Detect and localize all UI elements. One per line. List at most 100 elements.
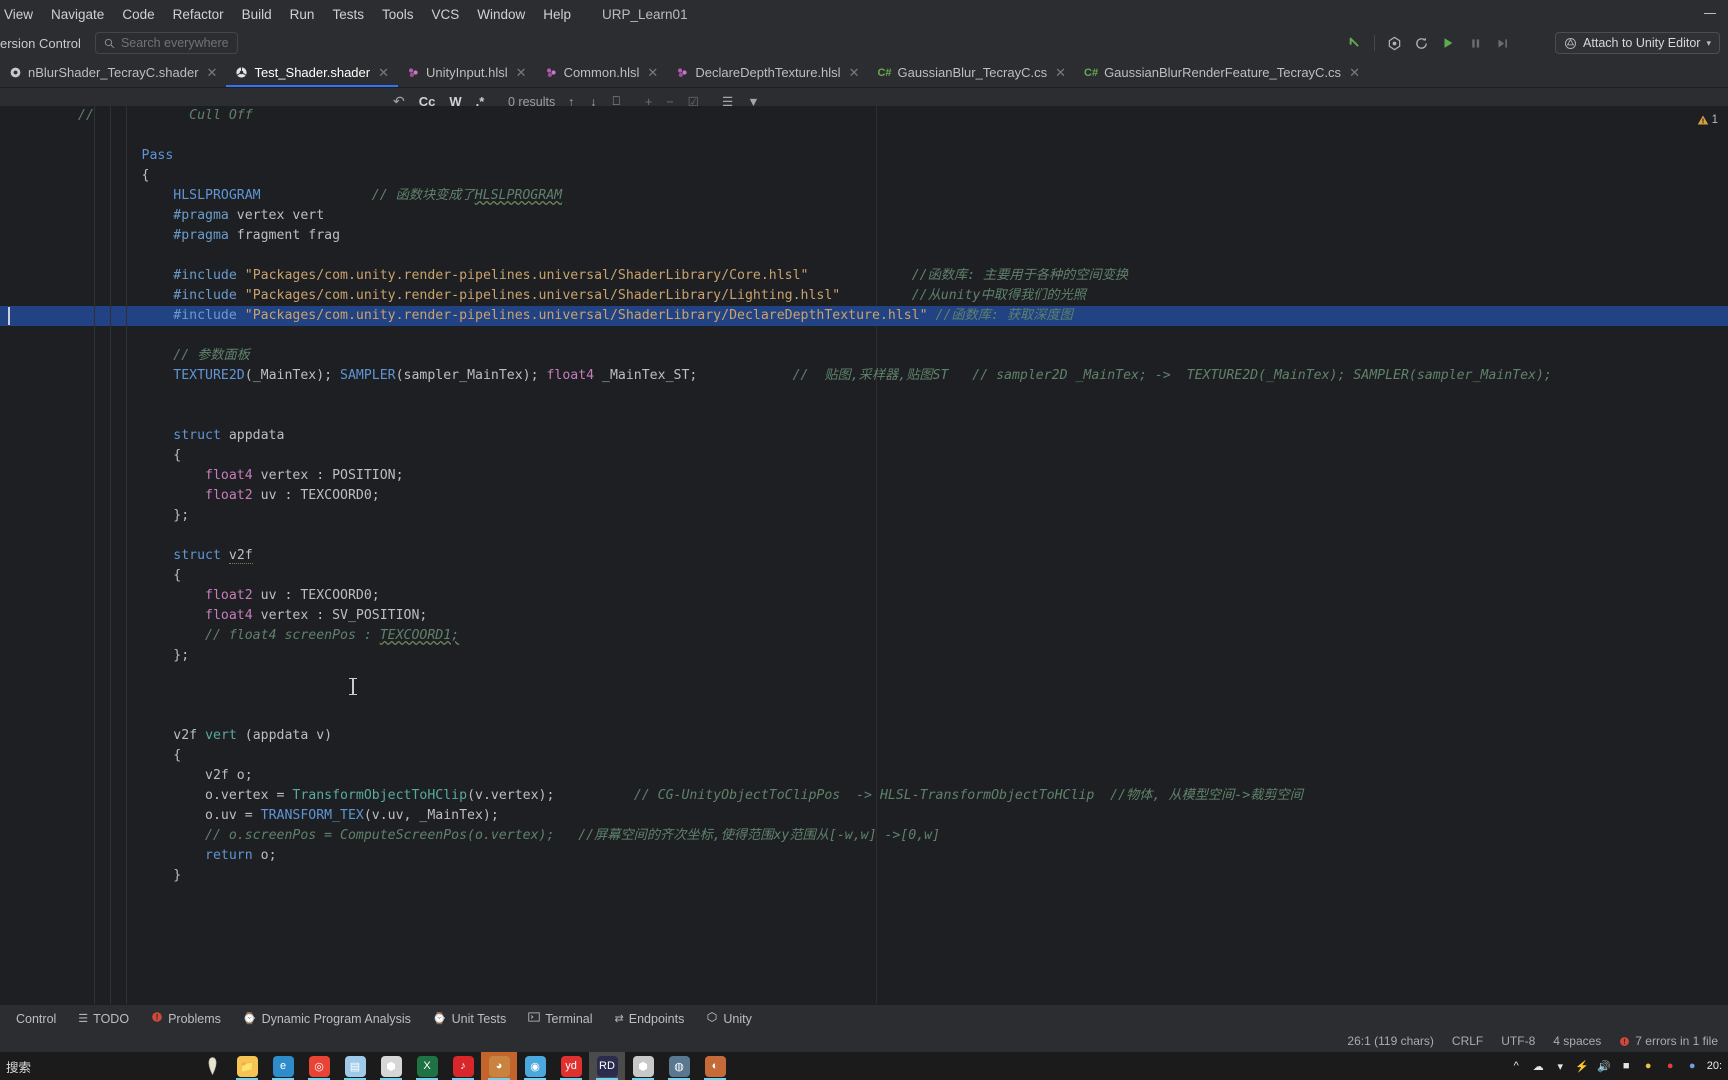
- taskbar-app-microsoft-excel[interactable]: X: [409, 1052, 445, 1080]
- onedrive-icon[interactable]: ☁: [1531, 1059, 1546, 1074]
- taskbar-app-steam[interactable]: ◍: [661, 1052, 697, 1080]
- build-icon[interactable]: [1382, 31, 1406, 55]
- attach-to-unity-editor-button[interactable]: Attach to Unity Editor ▾: [1555, 32, 1720, 54]
- code-line[interactable]: [0, 706, 1728, 726]
- tab-gaussianblur-cs[interactable]: C# GaussianBlur_TecrayC.cs ✕: [868, 58, 1075, 87]
- version-control-widget[interactable]: ersion Control: [0, 36, 81, 51]
- indent-setting[interactable]: 4 spaces: [1553, 1034, 1601, 1048]
- tab-close-icon[interactable]: ✕: [849, 65, 860, 81]
- taskbar-app-image-viewer[interactable]: ◕: [481, 1052, 517, 1080]
- code-line[interactable]: o.vertex = TransformObjectToHClip(v.vert…: [0, 786, 1728, 806]
- tab-close-icon[interactable]: ✕: [516, 65, 527, 81]
- tab-gaussianblurrenderfeature-cs[interactable]: C# GaussianBlurRenderFeature_TecrayC.cs …: [1075, 58, 1369, 87]
- tab-close-icon[interactable]: ✕: [1349, 65, 1360, 81]
- code-line[interactable]: [0, 246, 1728, 266]
- code-line[interactable]: TEXTURE2D(_MainTex); SAMPLER(sampler_Mai…: [0, 366, 1728, 386]
- volume-icon[interactable]: 🔊: [1597, 1059, 1612, 1074]
- code-line[interactable]: // float4 screenPos : TEXCOORD1;: [0, 626, 1728, 646]
- tab-declaredepthtexture[interactable]: DeclareDepthTexture.hlsl ✕: [667, 58, 868, 87]
- code-line[interactable]: struct v2f: [0, 546, 1728, 566]
- inspection-warning-badge[interactable]: 1: [1697, 114, 1718, 126]
- shield-icon[interactable]: ●: [1685, 1059, 1700, 1074]
- code-line[interactable]: v2f o;: [0, 766, 1728, 786]
- code-line[interactable]: // Cull Off: [0, 106, 1728, 126]
- taskbar-app-media-player[interactable]: ◐: [697, 1052, 733, 1080]
- caret-position[interactable]: 26:1 (119 chars): [1347, 1034, 1434, 1048]
- tool-window-dynamic-program-analysis[interactable]: ⌚ Dynamic Program Analysis: [232, 1012, 422, 1026]
- taskbar-assistant-icon[interactable]: [195, 1052, 229, 1080]
- code-line[interactable]: #include "Packages/com.unity.render-pipe…: [0, 266, 1728, 286]
- menu-item-refactor[interactable]: Refactor: [164, 4, 233, 25]
- code-lines-container[interactable]: // Cull Off Pass { HLSLPROGRAM // 函数块变成了…: [0, 106, 1728, 1004]
- battery-icon[interactable]: ■: [1619, 1059, 1634, 1074]
- ime-icon[interactable]: ●: [1663, 1059, 1678, 1074]
- code-line[interactable]: [0, 386, 1728, 406]
- tool-window-unit-tests[interactable]: ⌚ Unit Tests: [422, 1012, 517, 1026]
- code-line[interactable]: #pragma fragment frag: [0, 226, 1728, 246]
- code-line[interactable]: float4 vertex : SV_POSITION;: [0, 606, 1728, 626]
- code-line[interactable]: // o.screenPos = ComputeScreenPos(o.vert…: [0, 826, 1728, 846]
- code-line[interactable]: {: [0, 166, 1728, 186]
- taskbar-clock[interactable]: 20:: [1707, 1060, 1722, 1072]
- tab-gaussianblurshader[interactable]: nBlurShader_TecrayC.shader ✕: [0, 58, 226, 87]
- code-line[interactable]: return o;: [0, 846, 1728, 866]
- tool-window-version-control[interactable]: Control: [0, 1012, 67, 1026]
- menu-item-help[interactable]: Help: [534, 4, 580, 25]
- rebuild-icon[interactable]: [1409, 31, 1433, 55]
- network-icon[interactable]: ▾: [1553, 1059, 1568, 1074]
- code-line[interactable]: float2 uv : TEXCOORD0;: [0, 586, 1728, 606]
- taskbar-app-unity-editor[interactable]: ⬢: [625, 1052, 661, 1080]
- menu-item-tests[interactable]: Tests: [323, 4, 373, 25]
- taskbar-app-bilibili[interactable]: ◉: [517, 1052, 553, 1080]
- search-everywhere-input[interactable]: Search everywhere: [94, 32, 238, 54]
- code-line[interactable]: Pass: [0, 146, 1728, 166]
- code-editor[interactable]: // Cull Off Pass { HLSLPROGRAM // 函数块变成了…: [0, 106, 1728, 1004]
- taskbar-app-google-chrome[interactable]: ◎: [301, 1052, 337, 1080]
- code-line[interactable]: };: [0, 646, 1728, 666]
- taskbar-app-unity-hub[interactable]: ⬢: [373, 1052, 409, 1080]
- tab-unityinput[interactable]: UnityInput.hlsl ✕: [398, 58, 536, 87]
- file-encoding[interactable]: UTF-8: [1501, 1034, 1535, 1048]
- code-line[interactable]: {: [0, 746, 1728, 766]
- tab-common-hlsl[interactable]: Common.hlsl ✕: [536, 58, 668, 87]
- menu-item-navigate[interactable]: Navigate: [42, 4, 113, 25]
- run-icon[interactable]: [1436, 31, 1460, 55]
- tool-window-terminal[interactable]: Terminal: [517, 1011, 603, 1026]
- menu-item-window[interactable]: Window: [468, 4, 534, 25]
- tab-close-icon[interactable]: ✕: [1055, 65, 1066, 81]
- code-line[interactable]: {: [0, 446, 1728, 466]
- taskbar-app-notes-app[interactable]: ▤: [337, 1052, 373, 1080]
- code-line[interactable]: };: [0, 506, 1728, 526]
- minimize-button[interactable]: [1702, 6, 1718, 18]
- taskbar-search-box[interactable]: 搜索: [0, 1052, 195, 1080]
- bluetooth-icon[interactable]: ⚡: [1575, 1059, 1590, 1074]
- tool-window-todo[interactable]: ☰ TODO: [67, 1012, 140, 1026]
- code-line[interactable]: [0, 326, 1728, 346]
- menu-item-build[interactable]: Build: [233, 4, 281, 25]
- code-line[interactable]: #include "Packages/com.unity.render-pipe…: [0, 306, 1728, 326]
- error-count[interactable]: 7 errors in 1 file: [1619, 1034, 1718, 1048]
- code-line[interactable]: [0, 126, 1728, 146]
- code-line[interactable]: #pragma vertex vert: [0, 206, 1728, 226]
- menu-item-view[interactable]: View: [0, 4, 42, 25]
- code-line[interactable]: // 参数面板: [0, 346, 1728, 366]
- tool-window-endpoints[interactable]: ⇄ Endpoints: [604, 1012, 696, 1026]
- tool-window-problems[interactable]: Problems: [140, 1011, 232, 1026]
- tab-close-icon[interactable]: ✕: [207, 65, 218, 81]
- code-line[interactable]: [0, 526, 1728, 546]
- tool-window-unity[interactable]: Unity: [695, 1011, 762, 1026]
- code-line[interactable]: struct appdata: [0, 426, 1728, 446]
- code-line[interactable]: o.uv = TRANSFORM_TEX(v.uv, _MainTex);: [0, 806, 1728, 826]
- code-line[interactable]: [0, 666, 1728, 686]
- code-line[interactable]: {: [0, 566, 1728, 586]
- taskbar-app-file-explorer[interactable]: 📁: [229, 1052, 265, 1080]
- tab-test-shader[interactable]: Test_Shader.shader ✕: [226, 58, 398, 87]
- taskbar-app-netease-music[interactable]: ♪: [445, 1052, 481, 1080]
- taskbar-app-jetbrains-rider[interactable]: RD: [589, 1052, 625, 1080]
- menu-item-run[interactable]: Run: [281, 4, 324, 25]
- code-line[interactable]: HLSLPROGRAM // 函数块变成了HLSLPROGRAM: [0, 186, 1728, 206]
- menu-item-vcs[interactable]: VCS: [422, 4, 468, 25]
- code-line[interactable]: float2 uv : TEXCOORD0;: [0, 486, 1728, 506]
- code-line[interactable]: #include "Packages/com.unity.render-pipe…: [0, 286, 1728, 306]
- tab-close-icon[interactable]: ✕: [647, 65, 658, 81]
